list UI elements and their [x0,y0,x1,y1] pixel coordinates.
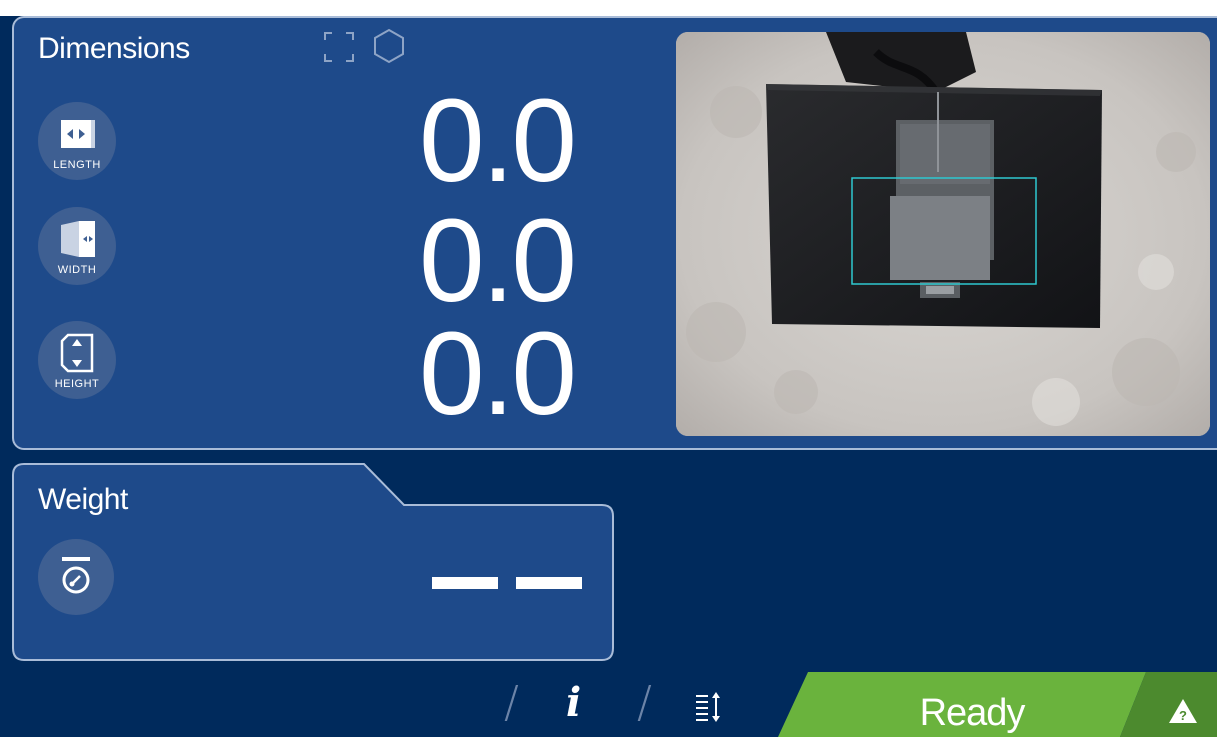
dimensioner-screen: Dimensions LENGTH 0.0 WIDTH 0.0 HEIGHT 0… [0,0,1217,737]
warning-help-icon[interactable]: ? [1168,698,1198,729]
status-ready-label[interactable]: Ready [872,690,1072,736]
svg-text:?: ? [1179,708,1187,723]
status-bar [778,672,1217,737]
